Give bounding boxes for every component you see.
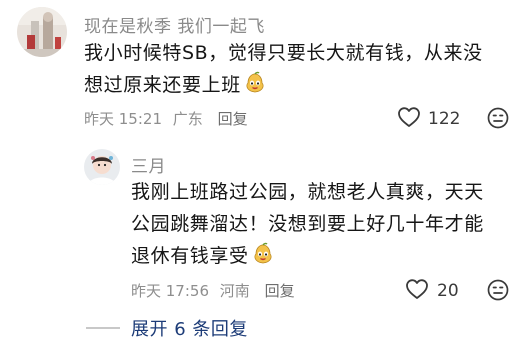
- dislike-face-icon[interactable]: [487, 279, 509, 305]
- comment-text-line: 想过原来还要上班: [84, 69, 504, 101]
- comment-text-line: 退休有钱享受: [131, 240, 511, 272]
- avatar[interactable]: [17, 7, 67, 57]
- pear-face-emoji: [243, 71, 267, 95]
- comment-username[interactable]: 三月: [131, 152, 166, 177]
- comment-text-line: 我刚上班路过公园，就想老人真爽，天天: [131, 181, 484, 203]
- like-count: 122: [428, 109, 461, 129]
- dislike-face-icon[interactable]: [487, 107, 509, 133]
- comment-text-segment: 想过原来还要上班: [84, 74, 241, 96]
- expand-divider: [86, 327, 120, 329]
- heart-outline-icon: [405, 278, 429, 304]
- comment-meta: 昨天 15:21 广东 回复: [84, 108, 248, 129]
- comment-text-segment: 退休有钱享受: [131, 245, 249, 267]
- heart-outline-icon: [397, 106, 421, 132]
- like-count: 20: [437, 281, 459, 301]
- comment-text: 我小时候特SB，觉得只要长大就有钱，从来没 想过原来还要上班: [84, 37, 504, 101]
- pear-face-emoji: [251, 242, 275, 266]
- comment-time: 昨天 17:56: [131, 282, 209, 300]
- reply-button[interactable]: 回复: [218, 110, 248, 128]
- comment-location: 河南: [219, 282, 250, 300]
- reply-button[interactable]: 回复: [265, 282, 295, 300]
- comment-text-line: 公园跳舞溜达！没想到要上好几十年才能: [131, 213, 484, 235]
- avatar[interactable]: [84, 149, 120, 185]
- comment-meta: 昨天 17:56 河南 回复: [131, 280, 295, 301]
- comment-location: 广东: [172, 110, 203, 128]
- expand-replies-button[interactable]: 展开 6 条回复: [131, 315, 248, 341]
- comment-time: 昨天 15:21: [84, 110, 162, 128]
- comment-username[interactable]: 现在是秋季 我们一起飞: [84, 12, 265, 37]
- like-button[interactable]: 122: [397, 106, 460, 132]
- comment-text-line: 我小时候特SB，觉得只要长大就有钱，从来没: [84, 42, 483, 64]
- comment-text: 我刚上班路过公园，就想老人真爽，天天 公园跳舞溜达！没想到要上好几十年才能 退休…: [131, 176, 511, 272]
- like-button[interactable]: 20: [405, 278, 459, 304]
